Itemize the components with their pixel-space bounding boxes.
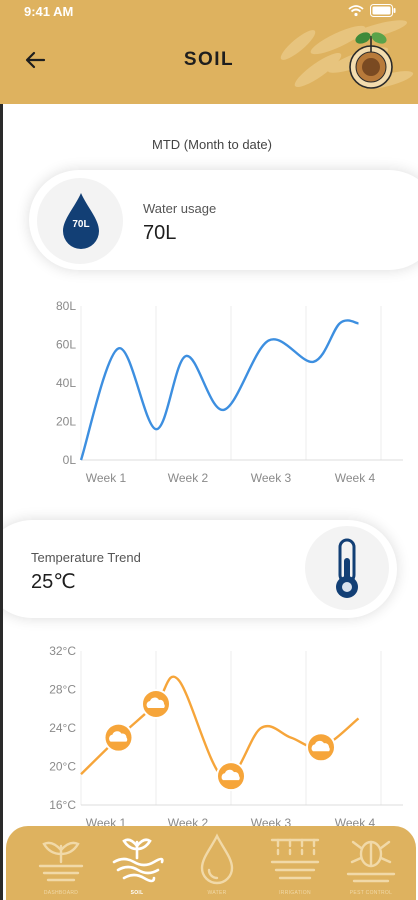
y-tick-label: 20L xyxy=(56,415,76,429)
y-tick-label: 40L xyxy=(56,376,76,390)
status-bar: 9:41 AM xyxy=(0,0,418,22)
nav-label: SOIL xyxy=(130,890,144,896)
y-tick-label: 24°C xyxy=(49,721,76,735)
x-tick-label: Week 4 xyxy=(335,471,376,484)
rain-cloud-icon xyxy=(306,732,336,763)
nav-item-irrigation[interactable]: IRRIGATION xyxy=(260,832,330,898)
temperature-value: 25℃ xyxy=(31,571,76,593)
temperature-label: Temperature Trend xyxy=(31,550,141,565)
farm-logo-icon xyxy=(349,32,393,89)
nav-label: WATER xyxy=(207,890,227,896)
wifi-icon xyxy=(348,5,364,17)
cloud-icon xyxy=(216,761,246,792)
battery-icon xyxy=(370,4,396,17)
y-tick-label: 20°C xyxy=(49,760,76,774)
partly-cloudy-icon xyxy=(103,722,134,753)
nav-item-pest-control[interactable]: PEST CONTROL xyxy=(336,832,406,898)
cloudy-icon xyxy=(141,688,171,719)
y-tick-label: 32°C xyxy=(49,644,76,658)
nav-label: PEST CONTROL xyxy=(349,890,393,896)
status-time: 9:41 AM xyxy=(24,4,74,19)
period-label: MTD (Month to date) xyxy=(152,137,272,152)
nav-item-water[interactable]: WATER xyxy=(182,832,252,898)
series-line xyxy=(79,319,359,461)
irrigation-icon xyxy=(270,838,320,880)
y-tick-label: 16°C xyxy=(49,798,76,812)
water-badge: 70L xyxy=(37,178,123,264)
nav-item-dashboard[interactable]: DASHBOARD xyxy=(26,832,96,898)
temperature-card[interactable]: Temperature Trend 25℃ xyxy=(3,520,397,618)
pest-control-icon xyxy=(346,840,396,883)
water-usage-card[interactable]: 70L Water usage 70L xyxy=(29,170,418,270)
water-drop-icon xyxy=(200,833,234,885)
soil-content: MTD (Month to date) 70L Water usage 70L … xyxy=(0,104,418,900)
plant-soil-icon xyxy=(38,841,84,882)
soil-icon xyxy=(112,838,164,883)
nav-label: IRRIGATION xyxy=(279,890,311,896)
y-tick-label: 60L xyxy=(56,338,76,352)
nav-label: DASHBOARD xyxy=(43,890,79,896)
y-tick-label: 0L xyxy=(63,453,77,467)
temperature-badge xyxy=(305,526,389,610)
nav-item-soil[interactable]: SOIL xyxy=(102,832,172,898)
water-usage-chart: 0L 20L 40L 60L 80L Week 1 Week 2 Week 3 Week 4 xyxy=(56,299,403,484)
x-tick-label: Week 2 xyxy=(168,471,209,484)
water-badge-value: 70L xyxy=(72,219,90,230)
thermometer-icon xyxy=(336,538,358,598)
x-tick-label: Week 1 xyxy=(86,471,127,484)
app-header: 9:41 AM SOIL xyxy=(0,0,418,104)
y-tick-label: 80L xyxy=(56,299,76,313)
water-usage-value: 70L xyxy=(143,222,177,244)
water-usage-label: Water usage xyxy=(143,201,217,216)
x-tick-label: Week 3 xyxy=(251,471,292,484)
bottom-nav: DASHBOARD SOIL WATER IRRIGATION PEST CON… xyxy=(6,826,416,900)
y-tick-label: 28°C xyxy=(49,683,76,697)
